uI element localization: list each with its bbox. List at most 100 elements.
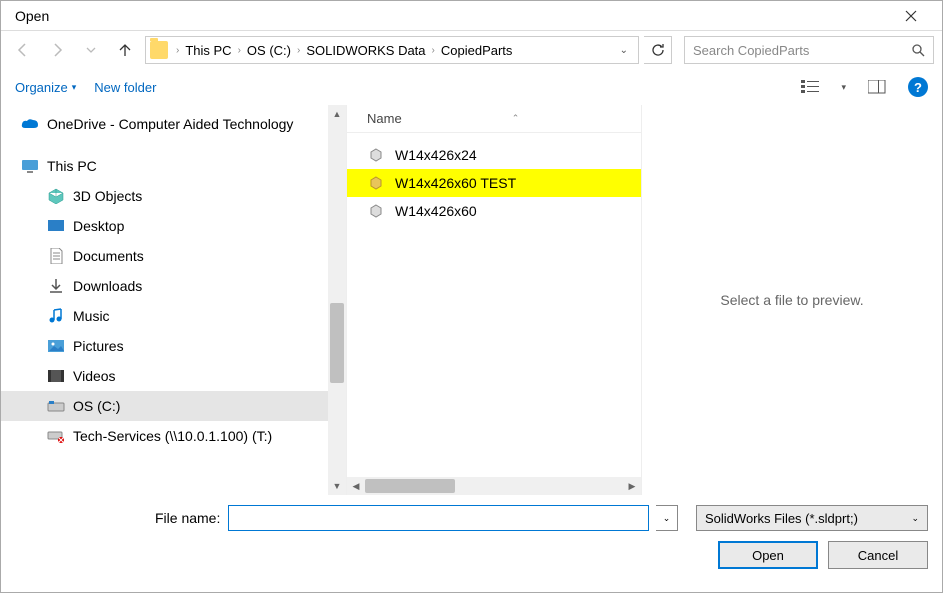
chevron-right-icon: › [236,45,243,56]
file-row[interactable]: W14x426x60 TEST [347,169,641,197]
sidebar-item-this-pc[interactable]: This PC [1,151,346,181]
download-icon [47,277,65,295]
cube-icon [47,187,65,205]
organize-menu[interactable]: Organize ▾ [15,80,76,95]
scroll-left-button[interactable]: ◀ [347,477,365,495]
refresh-icon [651,43,665,57]
crumb-1[interactable]: OS (C:) [243,43,295,58]
address-dropdown[interactable]: ⌄ [614,45,634,56]
new-folder-button[interactable]: New folder [94,80,156,95]
sidebar-item-label: 3D Objects [73,188,142,204]
refresh-button[interactable] [644,36,672,64]
list-header: Name ⌃ [347,105,641,133]
file-name: W14x426x60 [395,203,477,219]
sidebar-item-music[interactable]: Music [1,301,346,331]
filename-input[interactable] [228,505,649,531]
video-icon [47,367,65,385]
preview-pane-icon [868,80,886,94]
crumb-2[interactable]: SOLIDWORKS Data [302,43,429,58]
sidebar-item-label: Downloads [73,278,142,294]
sidebar-item-label: Videos [73,368,116,384]
sidebar-scrollbar[interactable]: ▲ ▼ [328,105,346,495]
help-button[interactable]: ? [908,77,928,97]
hscroll-thumb[interactable] [365,479,455,493]
navbar: › This PC › OS (C:) › SOLIDWORKS Data › … [1,31,942,69]
search-input[interactable] [693,43,911,58]
chevron-down-icon [86,45,96,55]
search-icon[interactable] [911,43,925,57]
titlebar: Open [1,1,942,31]
preview-pane-button[interactable] [864,74,890,100]
sidebar-item-onedrive[interactable]: OneDrive - Computer Aided Technology [1,109,346,139]
view-dropdown[interactable]: ▾ [841,82,846,93]
window-title: Open [15,8,49,24]
forward-button[interactable] [43,36,71,64]
scroll-thumb[interactable] [330,303,344,383]
sidebar: OneDrive - Computer Aided Technology Thi… [1,105,346,495]
arrow-up-icon [117,42,133,58]
sort-indicator-icon: ⌃ [512,113,520,124]
sidebar-item-documents[interactable]: Documents [1,241,346,271]
sidebar-item-downloads[interactable]: Downloads [1,271,346,301]
back-button[interactable] [9,36,37,64]
cancel-button[interactable]: Cancel [828,541,928,569]
column-name[interactable]: Name ⌃ [367,111,519,126]
scroll-track[interactable] [328,123,346,477]
onedrive-icon [21,115,39,133]
recent-dropdown[interactable] [77,36,105,64]
close-button[interactable] [888,1,934,31]
preview-pane: Select a file to preview. [642,105,942,495]
pc-icon [21,157,39,175]
part-file-icon [367,146,385,164]
crumb-3[interactable]: CopiedParts [437,43,517,58]
toolbar: Organize ▾ New folder ▾ ? [1,69,942,105]
arrow-right-icon [49,42,65,58]
close-icon [905,10,917,22]
search-box[interactable] [684,36,934,64]
scroll-right-button[interactable]: ▶ [623,477,641,495]
sidebar-item-label: OS (C:) [73,398,120,414]
sidebar-item-desktop[interactable]: Desktop [1,211,346,241]
chevron-right-icon: › [174,45,181,56]
drive-icon [47,397,65,415]
document-icon [47,247,65,265]
arrow-left-icon [15,42,31,58]
file-name: W14x426x24 [395,147,477,163]
open-button[interactable]: Open [718,541,818,569]
sidebar-item-3d-objects[interactable]: 3D Objects [1,181,346,211]
file-row[interactable]: W14x426x24 [347,141,641,169]
hscroll-track[interactable] [365,477,623,495]
view-mode-button[interactable] [797,74,823,100]
body: OneDrive - Computer Aided Technology Thi… [1,105,942,495]
horizontal-scrollbar[interactable]: ◀ ▶ [347,477,641,495]
sidebar-item-os-drive[interactable]: OS (C:) [1,391,346,421]
filetype-label: SolidWorks Files (*.sldprt;) [705,511,858,526]
breadcrumb[interactable]: › This PC › OS (C:) › SOLIDWORKS Data › … [145,36,639,64]
preview-empty-text: Select a file to preview. [720,292,863,308]
sidebar-item-pictures[interactable]: Pictures [1,331,346,361]
list-view-icon [801,80,819,94]
crumb-0[interactable]: This PC [181,43,235,58]
sidebar-item-label: Documents [73,248,144,264]
up-button[interactable] [111,36,139,64]
network-drive-icon [47,427,65,445]
scroll-up-button[interactable]: ▲ [328,105,346,123]
chevron-right-icon: › [295,45,302,56]
sidebar-item-label: Pictures [73,338,124,354]
file-row[interactable]: W14x426x60 [347,197,641,225]
filetype-select[interactable]: SolidWorks Files (*.sldprt;) ⌄ [696,505,928,531]
footer: File name: ⌄ SolidWorks Files (*.sldprt;… [1,495,942,583]
sidebar-item-label: OneDrive - Computer Aided Technology [47,116,293,132]
sidebar-item-network-drive[interactable]: Tech-Services (\\10.0.1.100) (T:) [1,421,346,451]
sidebar-item-label: This PC [47,158,97,174]
file-name: W14x426x60 TEST [395,175,516,191]
music-icon [47,307,65,325]
scroll-down-button[interactable]: ▼ [328,477,346,495]
file-list: Name ⌃ W14x426x24 W14x426x60 TEST [346,105,642,495]
part-file-icon [367,174,385,192]
folder-icon [150,41,168,59]
pictures-icon [47,337,65,355]
chevron-down-icon: ⌄ [911,513,919,524]
sidebar-item-videos[interactable]: Videos [1,361,346,391]
filename-dropdown[interactable]: ⌄ [656,505,678,531]
